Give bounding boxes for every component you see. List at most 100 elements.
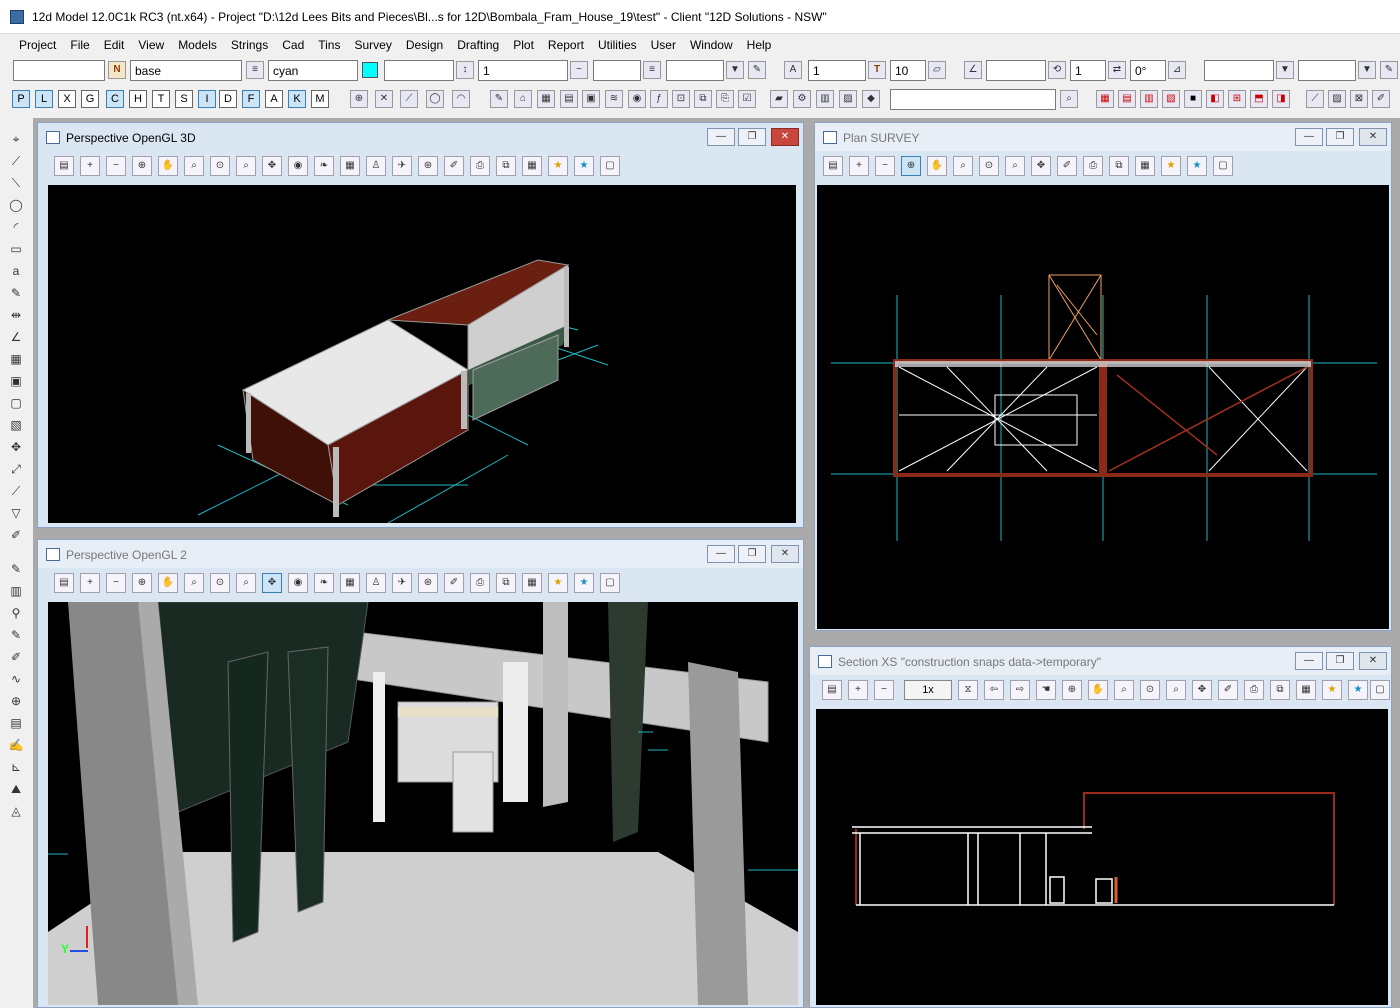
- zoom-extent-icon[interactable]: ⊙: [979, 156, 999, 176]
- snap-s-button[interactable]: S: [175, 90, 193, 108]
- minimize-button[interactable]: —: [707, 545, 735, 563]
- pick-icon[interactable]: ✋: [1088, 680, 1108, 700]
- angle-tool-icon[interactable]: ∠: [6, 328, 26, 346]
- search-icon[interactable]: ⌕: [1060, 90, 1078, 108]
- dimension-tool-icon[interactable]: ⇹: [6, 306, 26, 324]
- image-tool-icon[interactable]: ▧: [6, 416, 26, 434]
- zoom-extent-icon[interactable]: ⊙: [1140, 680, 1160, 700]
- text-t-icon[interactable]: T: [868, 61, 886, 79]
- minimize-button[interactable]: —: [707, 128, 735, 146]
- pan-icon[interactable]: ✥: [262, 156, 282, 176]
- star-blue-icon[interactable]: ★: [574, 156, 594, 176]
- chevron-down-icon[interactable]: ▼: [1276, 61, 1294, 79]
- arrow-right-icon[interactable]: ⇨: [1010, 680, 1030, 700]
- tile-grid-icon[interactable]: ▦: [1096, 90, 1114, 108]
- menu-help[interactable]: Help: [740, 38, 779, 52]
- close-button[interactable]: ✕: [771, 128, 799, 146]
- add-icon[interactable]: +: [849, 156, 869, 176]
- node-tool-icon[interactable]: ⚲: [6, 604, 26, 622]
- text-tool-icon[interactable]: a: [6, 262, 26, 280]
- polyline-tool-icon[interactable]: ⟍: [6, 174, 26, 192]
- layers-icon[interactable]: ≡: [246, 61, 264, 79]
- film-icon[interactable]: ▦: [340, 573, 360, 593]
- zoom-out-icon[interactable]: ⌕: [1005, 156, 1025, 176]
- workflow-icon[interactable]: ⚙: [793, 90, 811, 108]
- snap-circle-icon[interactable]: ◯: [426, 90, 444, 108]
- zoom-factor-field[interactable]: 1x: [904, 680, 952, 700]
- line-tool-icon[interactable]: ⟋: [6, 152, 26, 170]
- grid-icon[interactable]: ▦: [537, 90, 555, 108]
- text-size-field[interactable]: [808, 60, 866, 81]
- eye-icon[interactable]: ◉: [288, 573, 308, 593]
- pan-icon[interactable]: ✥: [1192, 680, 1212, 700]
- restore-button[interactable]: ❐: [738, 128, 766, 146]
- person-icon[interactable]: ♙: [366, 573, 386, 593]
- photos-icon[interactable]: ▨: [839, 90, 857, 108]
- chart-line-icon[interactable]: ~: [570, 61, 588, 79]
- menu-utilities[interactable]: Utilities: [591, 38, 644, 52]
- text-angle-icon[interactable]: ∠: [964, 61, 982, 79]
- snap-x-button[interactable]: X: [58, 90, 76, 108]
- copy-icon[interactable]: ⧉: [1270, 680, 1290, 700]
- ruler-icon[interactable]: ▱: [928, 61, 946, 79]
- zoom-out-icon[interactable]: ⌕: [236, 573, 256, 593]
- maximize-view-icon[interactable]: ■: [1184, 90, 1202, 108]
- rotate-icon[interactable]: ⟲: [1048, 61, 1066, 79]
- brush-icon[interactable]: ✐: [1057, 156, 1077, 176]
- window-icon[interactable]: ▢: [1213, 156, 1233, 176]
- star-blue-icon[interactable]: ★: [1187, 156, 1207, 176]
- zoom-window-icon[interactable]: ⌕: [184, 156, 204, 176]
- measure-tool-icon[interactable]: ⟋: [6, 482, 26, 500]
- leaf-icon[interactable]: ❧: [314, 156, 334, 176]
- menu-design[interactable]: Design: [399, 38, 450, 52]
- style-field[interactable]: [384, 60, 454, 81]
- chevron-down-icon[interactable]: ▼: [726, 61, 744, 79]
- remove-icon[interactable]: −: [106, 573, 126, 593]
- pen-tool-icon[interactable]: ✎: [6, 284, 26, 302]
- section-xs-canvas[interactable]: [816, 709, 1388, 1005]
- window-title-bar[interactable]: Plan SURVEY — ❐ ✕: [815, 123, 1391, 151]
- perspective-3d-canvas[interactable]: [48, 185, 796, 523]
- star-blue-icon[interactable]: ★: [1348, 680, 1368, 700]
- snap-point-icon[interactable]: ⊕: [350, 90, 368, 108]
- menu-plot[interactable]: Plot: [506, 38, 541, 52]
- restore-button[interactable]: ❐: [1326, 652, 1354, 670]
- menu-window[interactable]: Window: [683, 38, 740, 52]
- eye-icon[interactable]: ◉: [628, 90, 646, 108]
- rotation-field[interactable]: [1130, 60, 1166, 81]
- zoom-out-icon[interactable]: ⌕: [236, 156, 256, 176]
- sketch-tool-icon[interactable]: ✎: [6, 626, 26, 644]
- view-select-icon[interactable]: ▤: [54, 573, 74, 593]
- arrow-left-icon[interactable]: ⇦: [984, 680, 1004, 700]
- zoom-out-icon[interactable]: ⌕: [1166, 680, 1186, 700]
- grid-icon[interactable]: ▦: [1296, 680, 1316, 700]
- image-icon[interactable]: ▣: [582, 90, 600, 108]
- brush-tool-icon[interactable]: ✐: [6, 648, 26, 666]
- print-icon[interactable]: ⎙: [1244, 680, 1264, 700]
- restore-button[interactable]: ❐: [738, 545, 766, 563]
- zoom-window-icon[interactable]: ⌕: [184, 573, 204, 593]
- person-icon[interactable]: ♙: [366, 156, 386, 176]
- text-height-field[interactable]: [890, 60, 926, 81]
- menu-user[interactable]: User: [644, 38, 683, 52]
- linestyle-field[interactable]: [593, 60, 641, 81]
- search-input[interactable]: [890, 89, 1056, 110]
- tag-icon[interactable]: ⌂: [514, 90, 532, 108]
- point-tool-icon[interactable]: ⌖: [6, 130, 26, 148]
- checklist-icon[interactable]: ☑: [738, 90, 756, 108]
- star-blue-icon[interactable]: ★: [574, 573, 594, 593]
- brush-icon[interactable]: ✐: [1372, 90, 1390, 108]
- print-icon[interactable]: ⎙: [470, 156, 490, 176]
- snap-l-button[interactable]: L: [35, 90, 53, 108]
- menu-models[interactable]: Models: [171, 38, 224, 52]
- layers-icon[interactable]: ≋: [605, 90, 623, 108]
- perspective-2-window[interactable]: Perspective OpenGL 2 — ❐ ✕ ▤ + − ⊕ ✋ ⌕ ⊙…: [37, 539, 804, 1008]
- walk-icon[interactable]: ✈: [392, 156, 412, 176]
- copy-icon[interactable]: ⧉: [694, 90, 712, 108]
- leaf-icon[interactable]: ❧: [314, 573, 334, 593]
- pan-icon[interactable]: ✥: [262, 573, 282, 593]
- walk-icon[interactable]: ✈: [392, 573, 412, 593]
- window-title-bar[interactable]: Perspective OpenGL 3D — ❐ ✕: [38, 123, 803, 151]
- zoom-in-icon[interactable]: ⊕: [132, 573, 152, 593]
- snap-a-button[interactable]: A: [265, 90, 283, 108]
